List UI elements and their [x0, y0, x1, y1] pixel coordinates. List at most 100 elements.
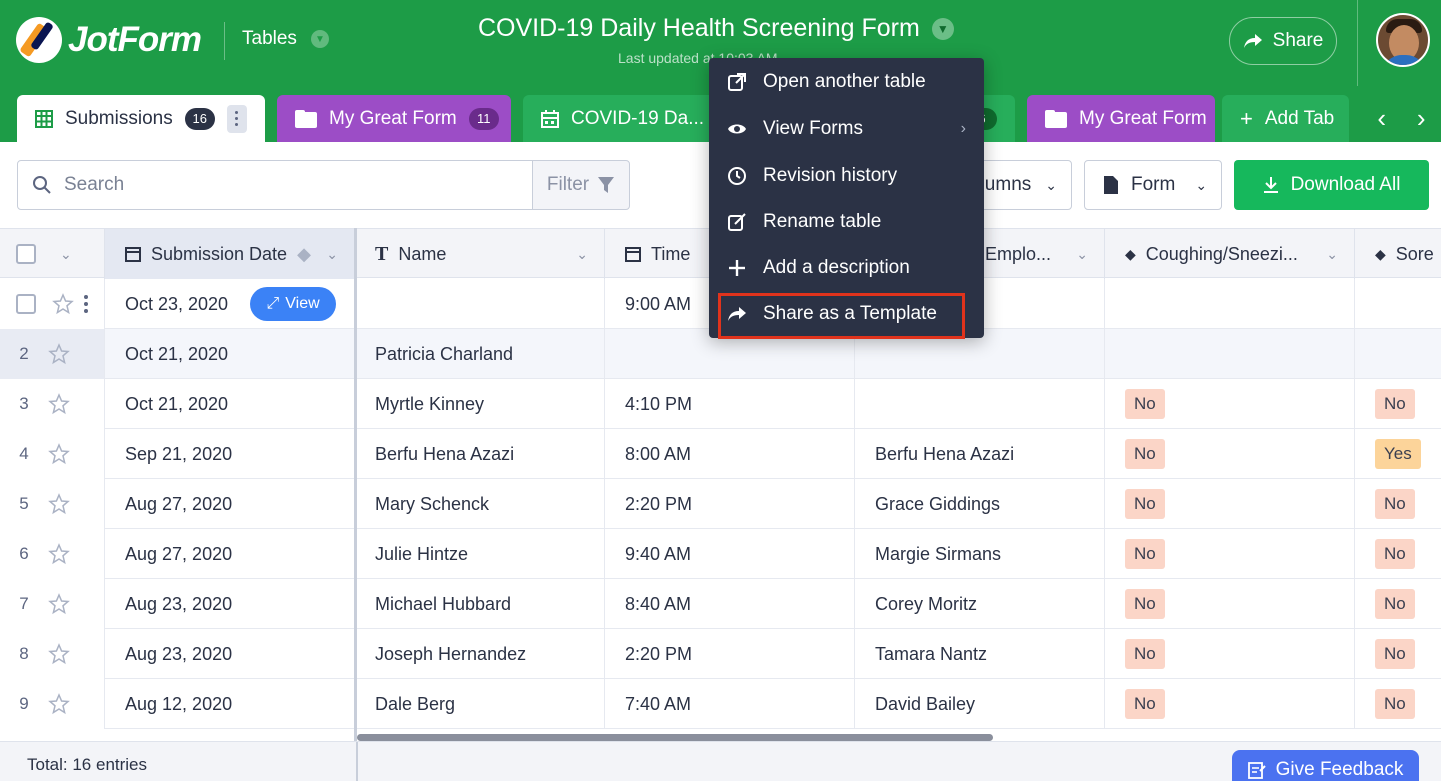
cell-name: Patricia Charland: [355, 329, 605, 379]
chevron-down-icon: ⌄: [1076, 245, 1088, 262]
jotform-logo[interactable]: JotForm: [16, 17, 202, 63]
add-tab-button[interactable]: + Add Tab: [1222, 95, 1349, 142]
chevron-down-icon: ▼: [310, 30, 329, 48]
cell-submission-date: Aug 27, 2020: [105, 479, 355, 529]
document-icon: [1104, 176, 1118, 194]
tables-menu-button[interactable]: Tables ▼: [242, 28, 329, 50]
star-icon[interactable]: [48, 693, 70, 715]
chevron-down-icon: ⌄: [1326, 245, 1338, 262]
cell-coughing: No: [1105, 679, 1355, 729]
cell-sore: No: [1355, 679, 1441, 729]
folder-icon: [1045, 109, 1067, 128]
chevron-down-icon: ⌄: [326, 245, 338, 262]
form-select-button[interactable]: Form ⌄: [1084, 160, 1222, 210]
tab-count-badge: 16: [184, 107, 215, 130]
search-input[interactable]: [64, 174, 504, 196]
row-controls: 8: [0, 629, 105, 679]
horizontal-scrollbar[interactable]: [357, 734, 993, 741]
text-type-icon: T: [375, 242, 389, 265]
share-arrow-icon: [1243, 34, 1262, 48]
filter-button[interactable]: Filter: [532, 160, 630, 210]
cell-time: 8:40 AM: [605, 579, 855, 629]
table-row[interactable]: 4 Sep 21, 2020 Berfu Hena Azazi 8:00 AM Berf…: [0, 429, 1441, 479]
table-row[interactable]: 7 Aug 23, 2020 Michael Hubbard 8:40 AM Corey…: [0, 579, 1441, 629]
column-label: Time: [651, 243, 691, 264]
tab-label: COVID-19 Da...: [571, 107, 705, 129]
chevron-down-icon[interactable]: ⌄: [60, 246, 72, 263]
star-icon[interactable]: [48, 393, 70, 415]
star-icon[interactable]: [48, 443, 70, 465]
tab-my-great-form-2[interactable]: My Great Form: [1027, 95, 1215, 142]
cell-sore: No: [1355, 579, 1441, 629]
row-controls: 6: [0, 529, 105, 579]
cell-coughing: No: [1105, 479, 1355, 529]
header-divider: [1357, 0, 1358, 86]
tab-submissions[interactable]: Submissions 16: [17, 95, 265, 142]
table-row[interactable]: 6 Aug 27, 2020 Julie Hintze 9:40 AM Margie S…: [0, 529, 1441, 579]
chevron-right-icon[interactable]: ›: [1417, 103, 1426, 134]
status-badge: No: [1375, 489, 1415, 519]
cell-submission-date: Sep 21, 2020: [105, 429, 355, 479]
star-icon[interactable]: [48, 643, 70, 665]
download-all-button[interactable]: Download All: [1234, 160, 1429, 210]
external-link-icon: [728, 73, 746, 91]
frozen-column-divider: [354, 228, 357, 741]
cell-employee: Tamara Nantz: [855, 629, 1105, 679]
column-header-coughing[interactable]: ◆ Coughing/Sneezi... ⌄: [1105, 229, 1355, 279]
table-row[interactable]: 5 Aug 27, 2020 Mary Schenck 2:20 PM Grace Gi…: [0, 479, 1441, 529]
calendar-icon: [625, 247, 641, 262]
avatar[interactable]: [1376, 13, 1430, 67]
cell-time: 7:40 AM: [605, 679, 855, 729]
menu-item-label: Rename table: [763, 211, 882, 232]
status-badge: No: [1375, 639, 1415, 669]
cell-name: Joseph Hernandez: [355, 629, 605, 679]
edit-icon: [728, 213, 746, 231]
row-options-icon[interactable]: [84, 295, 88, 313]
clock-icon: [728, 167, 746, 185]
table-row[interactable]: 9 Aug 12, 2020 Dale Berg 7:40 AM David Baile…: [0, 679, 1441, 729]
star-icon[interactable]: [48, 543, 70, 565]
menu-item-share-as-template[interactable]: Share as a Template: [709, 291, 984, 339]
calendar-icon: [125, 247, 141, 262]
menu-item-label: Open another table: [763, 71, 926, 92]
menu-item-open-another-table[interactable]: Open another table: [709, 59, 984, 105]
menu-item-rename-table[interactable]: Rename table: [709, 199, 984, 245]
chevron-left-icon[interactable]: ‹: [1377, 103, 1386, 134]
give-feedback-button[interactable]: Give Feedback: [1232, 750, 1419, 781]
feedback-label: Give Feedback: [1275, 759, 1404, 780]
select-all-checkbox[interactable]: [16, 244, 36, 264]
cell-coughing: No: [1105, 629, 1355, 679]
column-header-submission-date[interactable]: Submission Date ◆ ⌄: [105, 229, 355, 279]
cell-employee: [855, 379, 1105, 429]
menu-item-label: Revision history: [763, 165, 898, 186]
status-badge: No: [1125, 689, 1165, 719]
row-number: 5: [19, 494, 29, 513]
menu-item-view-forms[interactable]: View Forms ›: [709, 106, 984, 152]
status-badge: No: [1125, 439, 1165, 469]
column-header-sore[interactable]: ◆ Sore: [1355, 229, 1441, 279]
column-label: Coughing/Sneezi...: [1145, 243, 1298, 264]
pin-icon: ◆: [297, 243, 311, 264]
status-badge: No: [1375, 539, 1415, 569]
tab-options-icon[interactable]: [226, 104, 247, 133]
column-header-name[interactable]: T Name ⌄: [355, 229, 605, 279]
share-button[interactable]: Share: [1229, 17, 1337, 65]
star-icon[interactable]: [52, 293, 74, 315]
star-icon[interactable]: [48, 593, 70, 615]
tab-my-great-form[interactable]: My Great Form 11: [277, 95, 511, 142]
view-button[interactable]: ⤢ View: [250, 287, 337, 321]
row-number: 4: [19, 444, 29, 463]
table-row[interactable]: 3 Oct 21, 2020 Myrtle Kinney 4:10 PM No No: [0, 379, 1441, 429]
menu-item-add-description[interactable]: Add a description: [709, 245, 984, 291]
cell-coughing: No: [1105, 579, 1355, 629]
search-icon: [33, 176, 51, 194]
row-number: 9: [19, 694, 29, 713]
column-label: Emplo...: [985, 243, 1052, 264]
table-row[interactable]: 8 Aug 23, 2020 Joseph Hernandez 2:20 PM Tama…: [0, 629, 1441, 679]
star-icon[interactable]: [48, 493, 70, 515]
form-title-button[interactable]: COVID-19 Daily Health Screening Form ▼: [478, 14, 954, 43]
cell-employee: Corey Moritz: [855, 579, 1105, 629]
row-checkbox[interactable]: [16, 294, 36, 314]
star-icon[interactable]: [48, 343, 70, 365]
menu-item-revision-history[interactable]: Revision history: [709, 153, 984, 199]
